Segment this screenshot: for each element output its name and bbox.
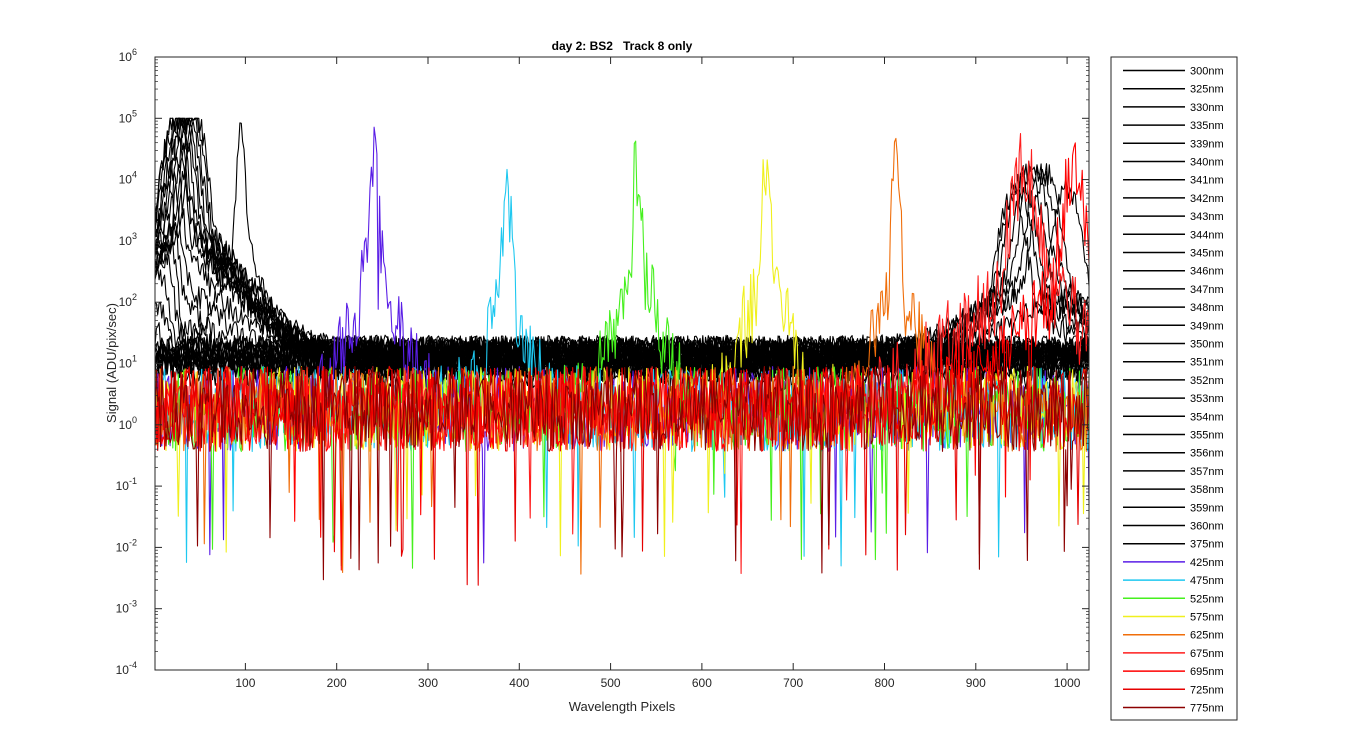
legend-label: 575nm (1190, 612, 1224, 624)
legend-label: 355nm (1190, 430, 1224, 442)
legend-label: 359nm (1190, 502, 1224, 514)
x-axis-label: Wavelength Pixels (569, 699, 676, 714)
legend-label: 352nm (1190, 375, 1224, 387)
legend-label: 341nm (1190, 175, 1224, 187)
legend-label: 348nm (1190, 302, 1224, 314)
legend-label: 335nm (1190, 120, 1224, 132)
x-tick-label: 100 (235, 676, 255, 690)
legend: 300nm 325nm 330nm 335nm 339nm 340nm 341nm 342nm… (1110, 56, 1238, 721)
x-tick-label: 500 (601, 676, 621, 690)
legend-label: 340nm (1190, 157, 1224, 169)
legend-label: 344nm (1190, 229, 1224, 241)
legend-label: 775nm (1190, 703, 1224, 715)
legend-label: 675nm (1190, 648, 1224, 660)
legend-label: 345nm (1190, 248, 1224, 260)
legend-label: 330nm (1190, 102, 1224, 114)
y-axis-label: Signal (ADU/pix/sec) (104, 303, 119, 423)
chart-title: day 2: BS2 Track 8 only (552, 39, 693, 53)
legend-label: 360nm (1190, 521, 1224, 533)
legend-label: 300nm (1190, 66, 1224, 78)
legend-label: 695nm (1190, 666, 1224, 678)
legend-label: 342nm (1190, 193, 1224, 205)
x-tick-label: 400 (509, 676, 529, 690)
legend-label: 725nm (1190, 684, 1224, 696)
x-tick-label: 900 (966, 676, 986, 690)
x-tick-label: 300 (418, 676, 438, 690)
legend-label: 325nm (1190, 84, 1224, 96)
x-tick-label: 800 (874, 676, 894, 690)
legend-label: 357nm (1190, 466, 1224, 478)
legend-label: 525nm (1190, 593, 1224, 605)
legend-label: 425nm (1190, 557, 1224, 569)
legend-label: 343nm (1190, 211, 1224, 223)
legend-label: 350nm (1190, 339, 1224, 351)
x-tick-label: 600 (692, 676, 712, 690)
legend-label: 346nm (1190, 266, 1224, 278)
legend-label: 339nm (1190, 138, 1224, 150)
legend-label: 356nm (1190, 448, 1224, 460)
legend-label: 351nm (1190, 357, 1224, 369)
x-tick-label: 700 (783, 676, 803, 690)
legend-label: 347nm (1190, 284, 1224, 296)
legend-label: 354nm (1190, 411, 1224, 423)
legend-label: 375nm (1190, 539, 1224, 551)
legend-label: 353nm (1190, 393, 1224, 405)
x-tick-label: 1000 (1054, 676, 1081, 690)
legend-label: 475nm (1190, 575, 1224, 587)
legend-label: 625nm (1190, 630, 1224, 642)
legend-label: 349nm (1190, 320, 1224, 332)
chart: 100 200 300 400 500 600 700 800 900 100010-410-31… (0, 0, 1350, 750)
legend-label: 358nm (1190, 484, 1224, 496)
x-tick-label: 200 (327, 676, 347, 690)
